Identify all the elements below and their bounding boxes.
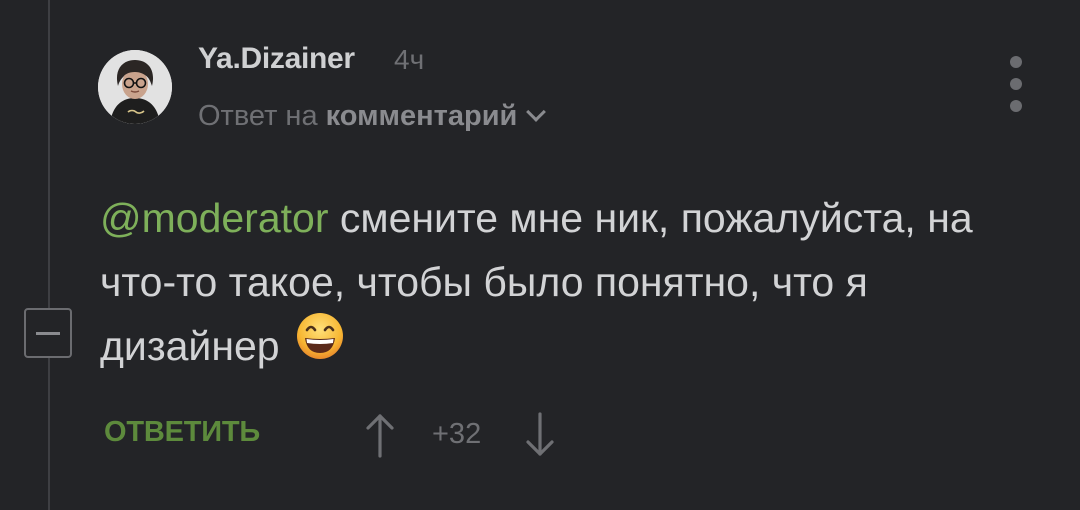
reply-button[interactable]: ОТВЕТИТЬ (104, 416, 260, 449)
grinning-emoji-icon (295, 311, 345, 379)
author-name[interactable]: Ya.Dizainer (198, 42, 355, 76)
dot-icon (1010, 78, 1022, 90)
avatar[interactable] (98, 50, 172, 124)
comment-body: @moderator смените мне ник, пожалуйста, … (100, 186, 1050, 383)
thread-line[interactable] (48, 0, 50, 510)
chevron-down-icon[interactable] (526, 102, 547, 122)
downvote-arrow-icon[interactable] (524, 410, 556, 465)
reply-to-line: Ответ на комментарий (198, 100, 547, 133)
collapse-thread-button[interactable] (24, 308, 72, 358)
dot-icon (1010, 56, 1022, 68)
upvote-arrow-icon[interactable] (364, 410, 396, 465)
reply-to-prefix: Ответ на (198, 100, 318, 132)
comment-time: 4ч (394, 44, 425, 75)
comment-card: Ya.Dizainer 4ч Ответ на комментарий @mod… (0, 0, 1080, 510)
minus-icon (36, 332, 60, 335)
mention-link[interactable]: @moderator (100, 195, 328, 241)
more-options-button[interactable] (1004, 56, 1028, 112)
rating-score: +32 (432, 418, 482, 450)
avatar-image (98, 50, 172, 124)
parent-comment-link[interactable]: комментарий (326, 100, 518, 132)
dot-icon (1010, 100, 1022, 112)
